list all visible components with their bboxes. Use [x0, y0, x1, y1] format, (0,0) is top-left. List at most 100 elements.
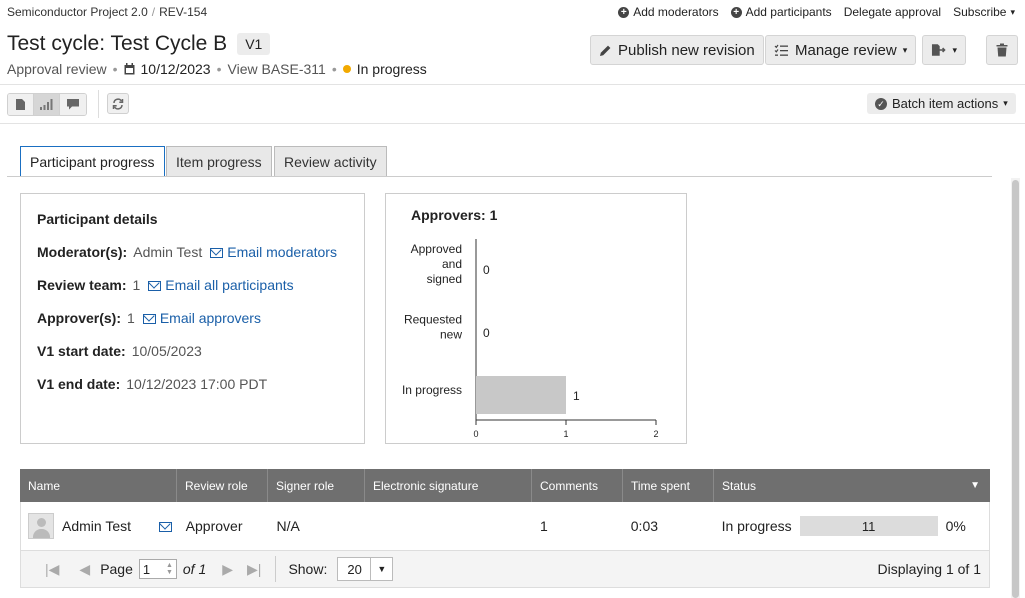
approvers-value: 1	[127, 310, 135, 326]
participant-details-panel: Participant details Moderator(s): Admin …	[20, 193, 365, 444]
caret-down-icon: ▼	[370, 558, 392, 580]
tab-divider	[7, 176, 992, 177]
plus-circle-icon: +	[730, 6, 742, 18]
file-export-icon	[931, 44, 946, 56]
pencil-icon	[600, 45, 611, 56]
progress-bar: 11	[799, 516, 938, 536]
subscribe-label: Subscribe	[953, 5, 1007, 19]
bar	[476, 376, 566, 414]
cell-status: In progress 11 0%	[714, 502, 989, 550]
tab-label: Participant progress	[30, 153, 155, 170]
page-number-input[interactable]: 1 ▲ ▼	[138, 559, 177, 579]
caret-down-icon: ▾	[952, 44, 957, 55]
meta-separator: •	[112, 61, 118, 77]
view-comments-toggle[interactable]	[60, 94, 86, 115]
start-date-label: V1 start date:	[37, 343, 126, 359]
breadcrumb: Semiconductor Project 2.0 / REV-154	[7, 5, 207, 19]
batch-item-actions-dropdown[interactable]: ✓ Batch item actions ▾	[867, 93, 1016, 114]
cell-comments: 1	[539, 518, 548, 534]
displaying-count: Displaying 1 of 1	[877, 561, 981, 577]
moderators-value: Admin Test	[133, 244, 203, 260]
divider	[0, 123, 1025, 124]
pager-divider	[275, 556, 277, 582]
start-date-row: V1 start date: 10/05/2023	[37, 343, 202, 359]
next-page-icon[interactable]: ▶	[222, 561, 233, 578]
approvers-chart-panel: Approvers: 1 0 1 2 Approved and signed 0 Reques…	[385, 193, 687, 444]
tab-label: Review activity	[284, 154, 377, 170]
previous-page-icon[interactable]: ◀	[79, 561, 90, 578]
category-label: Requested new	[404, 313, 462, 342]
sort-down-icon[interactable]: ▼	[970, 480, 980, 491]
start-date-value: 10/05/2023	[131, 343, 202, 359]
tab-review-activity[interactable]: Review activity	[274, 146, 387, 177]
breadcrumb-project[interactable]: Semiconductor Project 2.0	[7, 5, 148, 19]
table-row[interactable]: Admin Test Approver N/A 1 0:03 In progre…	[20, 502, 990, 550]
manage-review-dropdown[interactable]: Manage review ▾	[765, 35, 917, 65]
view-document-toggle[interactable]	[8, 94, 34, 115]
tab-item-progress[interactable]: Item progress	[166, 146, 272, 177]
tab-participant-progress[interactable]: Participant progress	[20, 146, 165, 177]
status-text: In progress	[721, 518, 792, 534]
scrollbar-thumb[interactable]	[1012, 180, 1019, 598]
participants-table-header: Name Review role Signer role Electronic …	[20, 469, 990, 502]
first-page-icon[interactable]: |◀	[45, 561, 59, 578]
document-icon	[16, 99, 25, 110]
add-participants-button[interactable]: + Add participants	[730, 5, 832, 19]
breadcrumb-item[interactable]: REV-154	[159, 5, 207, 19]
status-dot-icon	[342, 65, 351, 73]
page-size-value: 20	[347, 561, 362, 577]
caret-down-icon: ▾	[1003, 98, 1008, 108]
pagination-bar: |◀ ◀ Page 1 ▲ ▼ of 1 ▶ ▶| Show: 20 ▼ Disp…	[20, 550, 990, 588]
view-toggle-group	[7, 93, 87, 116]
column-header-signer-role[interactable]: Signer role	[268, 469, 365, 502]
column-header-comments[interactable]: Comments	[532, 469, 623, 502]
check-circle-icon: ✓	[875, 97, 887, 110]
view-base-link[interactable]: View BASE-311	[228, 61, 326, 77]
column-header-review-role[interactable]: Review role	[177, 469, 268, 502]
caret-down-icon: ▾	[1010, 6, 1015, 17]
email-moderators-link[interactable]: Email moderators	[210, 244, 337, 260]
page-label: Page	[100, 561, 133, 577]
spinner-icon[interactable]: ▲ ▼	[166, 562, 173, 576]
moderators-label: Moderator(s):	[37, 244, 128, 260]
approvers-label: Approver(s):	[37, 310, 122, 326]
page-title: Test cycle: Test Cycle B	[7, 32, 228, 55]
column-header-time-spent[interactable]: Time spent	[623, 469, 714, 502]
subscribe-dropdown[interactable]: Subscribe ▾	[953, 5, 1015, 19]
batch-label: Batch item actions	[892, 96, 999, 111]
refresh-button[interactable]	[107, 93, 129, 114]
meta-separator: •	[216, 61, 222, 77]
x-tick-label: 0	[473, 429, 478, 439]
caret-down-icon: ▾	[902, 44, 908, 55]
column-header-status[interactable]: Status ▼	[714, 469, 990, 502]
export-dropdown[interactable]: ▾	[922, 35, 966, 65]
view-chart-toggle[interactable]	[34, 94, 60, 115]
column-header-name[interactable]: Name	[20, 469, 177, 502]
envelope-icon	[210, 248, 224, 258]
tab-label: Item progress	[176, 154, 262, 170]
data-label: 0	[483, 263, 490, 277]
email-all-participants-link[interactable]: Email all participants	[148, 277, 294, 293]
email-approvers-link[interactable]: Email approvers	[142, 310, 261, 326]
page-of-label: of 1	[182, 561, 207, 577]
last-page-icon[interactable]: ▶|	[247, 561, 261, 578]
moderators-row: Moderator(s): Admin Test Email moderator…	[37, 244, 337, 260]
progress-percent: 0%	[945, 518, 966, 534]
column-header-electronic-signature[interactable]: Electronic signature	[365, 469, 532, 502]
calendar-icon	[124, 63, 135, 75]
add-moderators-button[interactable]: + Add moderators	[618, 5, 719, 19]
end-date-value: 10/12/2023 17:00 PDT	[126, 376, 268, 392]
column-header-status-label: Status	[722, 478, 757, 493]
delete-button[interactable]	[986, 35, 1018, 65]
add-moderators-label: Add moderators	[633, 5, 719, 19]
avatar	[28, 513, 54, 539]
delegate-approval-button[interactable]: Delegate approval	[844, 5, 941, 19]
category-label: In progress	[402, 383, 462, 397]
divider	[0, 84, 1025, 85]
page-number-value: 1	[142, 561, 151, 577]
page-size-select[interactable]: 20 ▼	[337, 557, 394, 581]
envelope-icon[interactable]	[159, 522, 172, 532]
review-date: 10/12/2023	[140, 61, 211, 77]
review-meta: Approval review • 10/12/2023 • View BASE…	[7, 61, 427, 77]
publish-new-revision-button[interactable]: Publish new revision	[590, 35, 764, 65]
